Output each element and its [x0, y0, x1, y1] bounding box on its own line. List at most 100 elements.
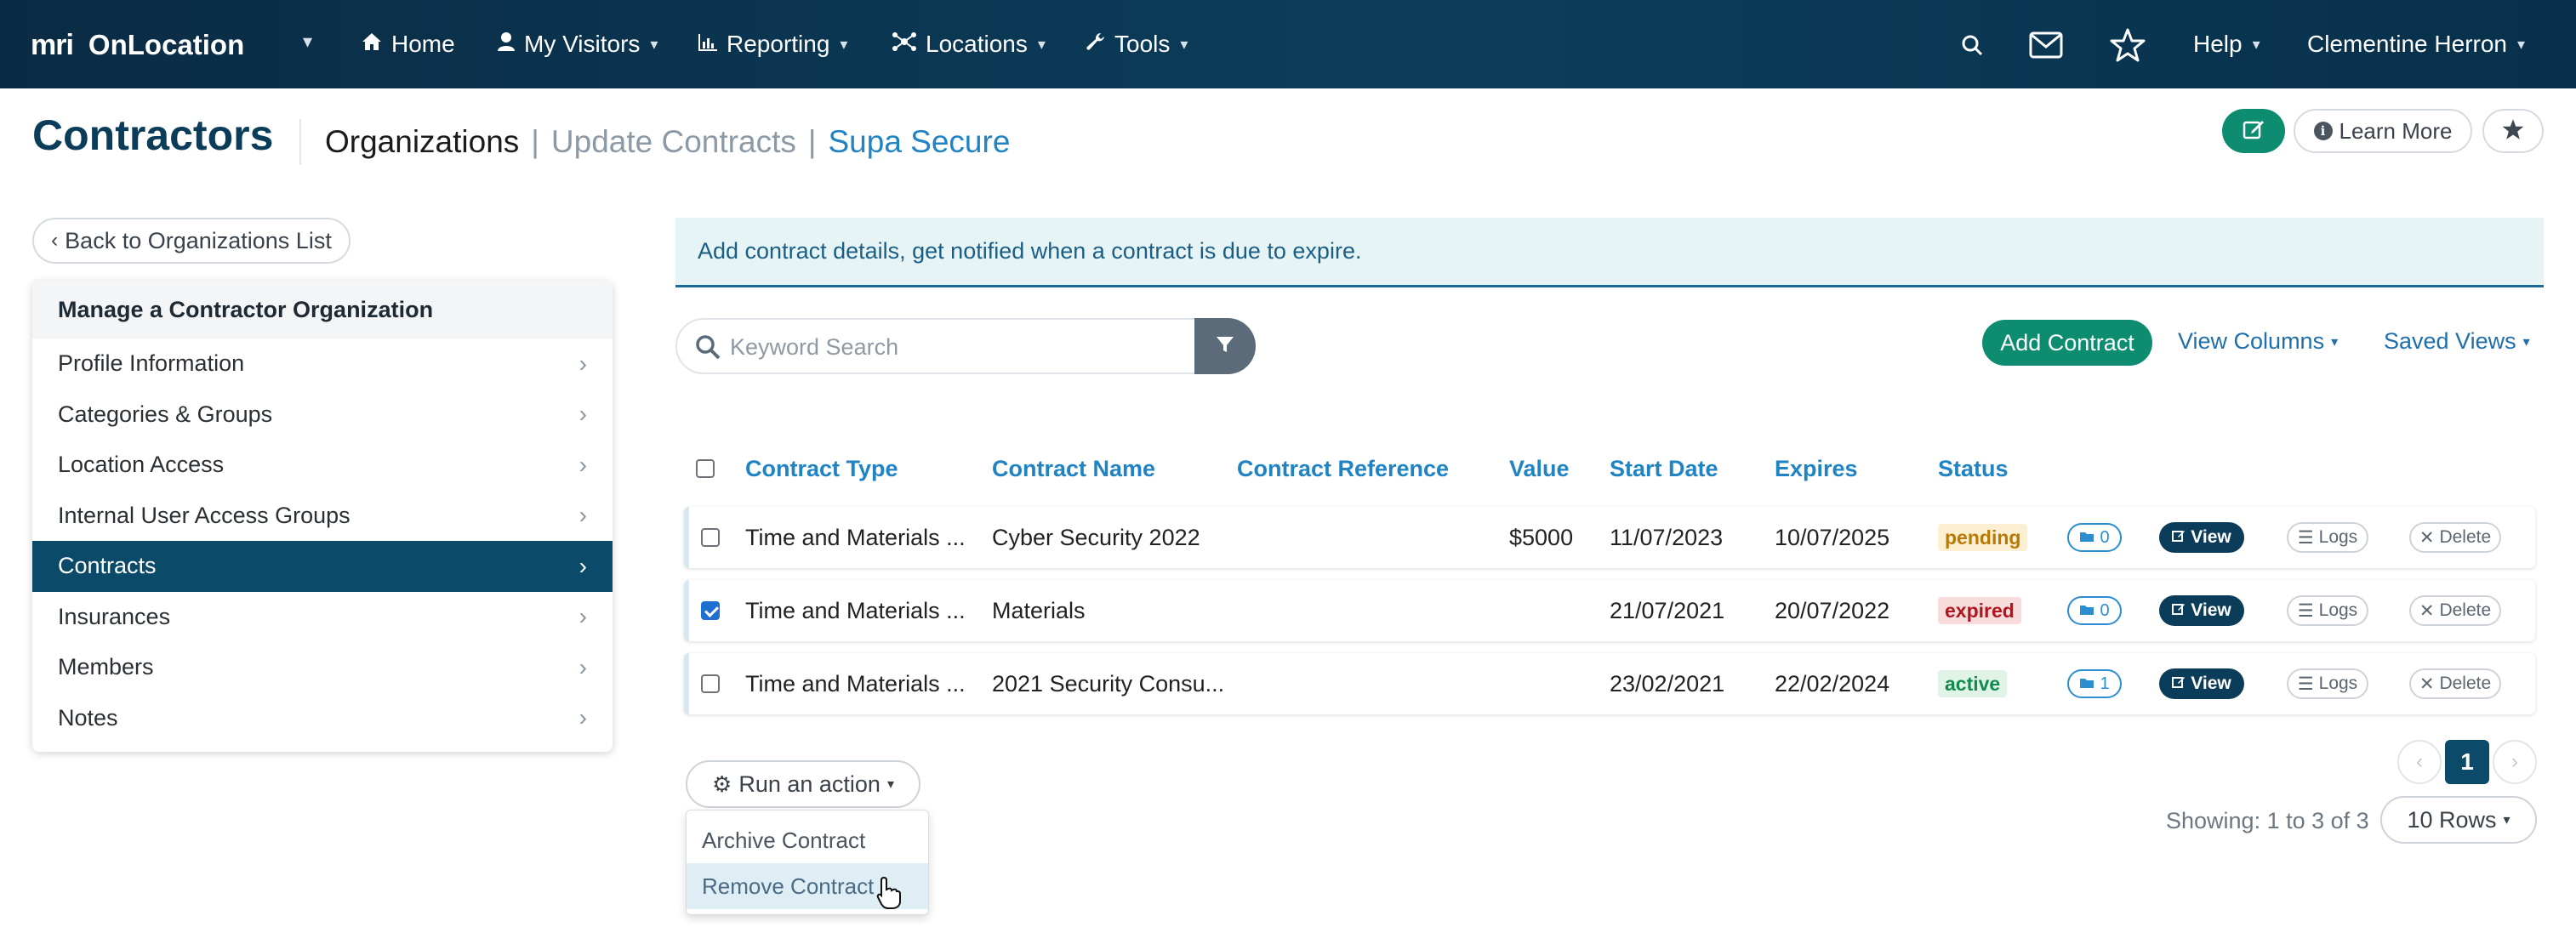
list-icon: ☰	[2297, 600, 2314, 621]
breadcrumb-page: Update Contracts	[550, 124, 796, 159]
column-header-expires[interactable]: Expires	[1775, 456, 1858, 482]
nav-reporting[interactable]: Reporting ▾	[698, 26, 847, 63]
sidebar-item-label: Contracts	[58, 553, 157, 579]
cell-contract-type: Time and Materials ...	[745, 525, 966, 550]
favorite-button[interactable]	[2482, 109, 2544, 153]
cell-value: $5000	[1509, 525, 1574, 550]
delete-button[interactable]: ✕ Delete	[2409, 595, 2501, 626]
brand[interactable]: mri OnLocation	[31, 24, 244, 66]
add-contract-button[interactable]: Add Contract	[1982, 320, 2152, 366]
sidebar-item-notes[interactable]: Notes ›	[32, 693, 613, 744]
close-icon: ✕	[2419, 600, 2435, 621]
sidebar-item-label: Categories & Groups	[58, 401, 273, 427]
row-checkbox[interactable]	[701, 674, 720, 693]
rows-per-page-dropdown[interactable]: 10 Rows ▾	[2380, 796, 2537, 844]
view-label: View	[2191, 674, 2231, 693]
sidebar-item-internal-user-access-groups[interactable]: Internal User Access Groups ›	[32, 491, 613, 542]
delete-button[interactable]: ✕ Delete	[2409, 522, 2501, 553]
learn-more-button[interactable]: i Learn More	[2294, 109, 2472, 153]
cell-start-date: 21/07/2021	[1610, 598, 1725, 623]
column-header-contract-type[interactable]: Contract Type	[745, 456, 898, 482]
attachments-button[interactable]: 0	[2067, 523, 2122, 552]
sidebar-item-label: Location Access	[58, 452, 225, 478]
chevron-right-icon: ›	[578, 401, 587, 428]
status-badge: pending	[1938, 524, 2028, 551]
wrench-icon	[1086, 31, 1106, 58]
attachments-button[interactable]: 1	[2067, 669, 2122, 698]
logs-button[interactable]: ☰ Logs	[2287, 522, 2368, 553]
keyword-search-input[interactable]	[730, 328, 1189, 366]
cell-contract-name: Materials	[992, 598, 1086, 623]
cell-contract-name: 2021 Security Consu...	[992, 671, 1225, 697]
chevron-right-icon: ›	[578, 603, 587, 630]
view-columns-label: View Columns	[2178, 328, 2325, 354]
star-icon[interactable]	[2106, 24, 2149, 66]
nav-help[interactable]: Help ▾	[2193, 26, 2260, 63]
sidebar-item-insurances[interactable]: Insurances ›	[32, 592, 613, 643]
breadcrumb-separator: |	[807, 124, 817, 159]
chevron-down-icon: ▾	[2252, 35, 2260, 53]
sidebar-item-location-access[interactable]: Location Access ›	[32, 440, 613, 491]
column-header-status[interactable]: Status	[1938, 456, 2009, 482]
brand-logo: mri	[31, 28, 74, 61]
nav-home[interactable]: Home	[361, 26, 455, 63]
pagination-next-button[interactable]: ›	[2493, 740, 2537, 784]
delete-button[interactable]: ✕ Delete	[2409, 668, 2501, 699]
column-header-contract-name[interactable]: Contract Name	[992, 456, 1155, 482]
nav-my-visitors[interactable]: My Visitors ▾	[497, 26, 658, 63]
sidebar-item-label: Profile Information	[58, 350, 245, 377]
view-columns-dropdown[interactable]: View Columns ▾	[2178, 328, 2338, 355]
title-divider	[299, 119, 301, 165]
attachments-button[interactable]: 0	[2067, 596, 2122, 625]
breadcrumb-section: Organizations	[325, 124, 520, 159]
saved-views-dropdown[interactable]: Saved Views ▾	[2384, 328, 2530, 355]
logs-button[interactable]: ☰ Logs	[2287, 595, 2368, 626]
star-icon	[2501, 118, 2525, 145]
edit-icon	[2172, 527, 2186, 548]
search-box	[675, 318, 1256, 374]
edit-button[interactable]	[2222, 109, 2285, 153]
logs-label: Logs	[2318, 527, 2358, 547]
select-all-checkbox[interactable]	[696, 459, 715, 478]
logs-button[interactable]: ☰ Logs	[2287, 668, 2368, 699]
sidebar-item-profile-information[interactable]: Profile Information ›	[32, 338, 613, 390]
chevron-right-icon: ›	[578, 502, 587, 529]
filter-button[interactable]	[1194, 318, 1256, 374]
mail-icon[interactable]	[2025, 24, 2067, 66]
edit-icon	[2242, 117, 2265, 145]
column-header-contract-reference[interactable]: Contract Reference	[1237, 456, 1449, 482]
sidebar-item-members[interactable]: Members ›	[32, 642, 613, 693]
search-icon[interactable]	[1953, 24, 1991, 66]
view-button[interactable]: View	[2159, 595, 2244, 626]
row-checkbox[interactable]	[701, 601, 720, 620]
breadcrumb-entity-link[interactable]: Supa Secure	[828, 124, 1010, 160]
back-to-organizations-button[interactable]: ‹ Back to Organizations List	[32, 218, 350, 264]
run-action-button[interactable]: ⚙ Run an action ▾	[686, 760, 920, 808]
cell-contract-type: Time and Materials ...	[745, 671, 966, 697]
view-button[interactable]: View	[2159, 668, 2244, 699]
nav-tools[interactable]: Tools ▾	[1086, 26, 1188, 63]
search-icon	[694, 333, 721, 365]
pagination-prev-button[interactable]: ‹	[2397, 740, 2442, 784]
menu-item-archive-contract[interactable]: Archive Contract	[687, 817, 928, 863]
pagination-page-1[interactable]: 1	[2445, 740, 2489, 784]
status-badge: expired	[1938, 597, 2021, 624]
home-icon	[361, 31, 383, 58]
folder-icon	[2079, 601, 2094, 621]
row-checkbox[interactable]	[701, 528, 720, 547]
view-button[interactable]: View	[2159, 522, 2244, 553]
showing-count: Showing: 1 to 3 of 3	[2166, 808, 2369, 833]
nav-tools-label: Tools	[1114, 31, 1171, 57]
edit-icon	[2172, 674, 2186, 694]
column-header-value[interactable]: Value	[1509, 456, 1570, 482]
brand-name: OnLocation	[88, 29, 245, 60]
sidebar-item-contracts[interactable]: Contracts ›	[32, 541, 613, 592]
close-icon: ✕	[2419, 674, 2435, 694]
sidebar-item-categories-groups[interactable]: Categories & Groups ›	[32, 390, 613, 441]
brand-dropdown-caret[interactable]: ▾	[303, 31, 312, 53]
column-header-start-date[interactable]: Start Date	[1610, 456, 1718, 482]
user-menu[interactable]: Clementine Herron ▾	[2307, 26, 2525, 63]
nav-locations[interactable]: Locations ▾	[892, 26, 1046, 63]
chevron-right-icon: ›	[578, 704, 587, 731]
run-action-label: Run an action	[738, 771, 881, 797]
